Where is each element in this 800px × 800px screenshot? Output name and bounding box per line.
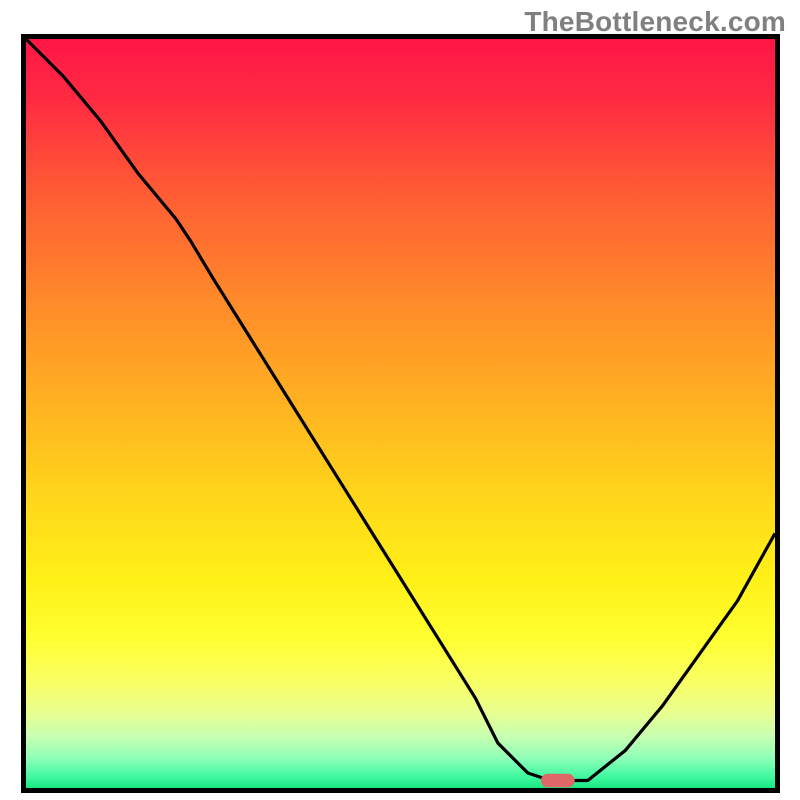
optimal-marker [541,774,575,787]
plot-frame [21,34,780,793]
plot-area [26,39,775,788]
chart-container: TheBottleneck.com [0,0,800,800]
gradient-background [26,39,775,788]
